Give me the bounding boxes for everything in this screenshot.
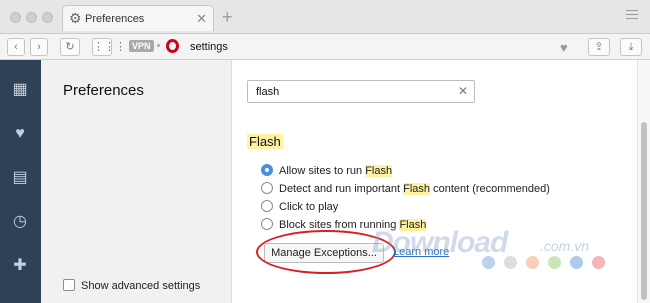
option-text-suffix: content (recommended): [430, 183, 550, 195]
radio-button[interactable]: [261, 164, 273, 176]
url-field[interactable]: settings: [190, 41, 228, 53]
extensions-icon[interactable]: ✚: [10, 256, 30, 276]
watermark-dot: [592, 256, 605, 269]
scrollbar[interactable]: [637, 60, 650, 303]
gear-icon: ⚙: [69, 10, 82, 26]
minimize-window-button[interactable]: [26, 12, 37, 23]
separator-dot: [157, 44, 160, 47]
forward-button[interactable]: ›: [30, 38, 48, 56]
show-advanced-settings-checkbox[interactable]: Show advanced settings: [63, 279, 200, 292]
checkbox-box[interactable]: [63, 279, 75, 291]
radio-click-to-play[interactable]: Click to play: [261, 200, 338, 213]
radio-button[interactable]: [261, 218, 273, 230]
watermark-suffix: .com.vn: [540, 238, 590, 254]
speed-dial-icon[interactable]: ▦: [10, 80, 30, 100]
section-title: Flash: [247, 134, 283, 149]
option-text: Click to play: [279, 201, 339, 213]
watermark-dot: [548, 256, 561, 269]
tab-menu-icon[interactable]: [626, 10, 638, 22]
title-bar: ⚙ Preferences ✕ +: [0, 0, 650, 34]
history-icon[interactable]: ◷: [10, 212, 30, 232]
watermark-dot: [526, 256, 539, 269]
download-button[interactable]: ⤓: [620, 38, 642, 56]
preferences-nav-pane: Preferences Show advanced settings: [41, 60, 232, 303]
highlight-term: Flash: [365, 165, 393, 177]
radio-button[interactable]: [261, 200, 273, 212]
new-tab-button[interactable]: +: [222, 7, 233, 28]
address-bar: ‹ › ↻ ⋮⋮⋮ VPN settings ♥ ⇪ ⤓: [0, 34, 650, 60]
highlight-term: Flash: [403, 183, 431, 195]
tab-preferences[interactable]: ⚙ Preferences ✕: [62, 5, 214, 31]
radio-allow-flash[interactable]: Allow sites to run Flash: [261, 164, 393, 177]
page-title: Preferences: [63, 82, 144, 99]
clear-search-icon[interactable]: ✕: [458, 84, 468, 98]
advanced-label: Show advanced settings: [81, 280, 201, 292]
back-button[interactable]: ‹: [7, 38, 25, 56]
scrollbar-thumb[interactable]: [641, 122, 647, 300]
share-button[interactable]: ⇪: [588, 38, 610, 56]
tab-title: Preferences: [85, 13, 145, 25]
search-box[interactable]: ✕: [247, 80, 475, 103]
bookmark-heart-icon[interactable]: ♥: [560, 40, 568, 55]
watermark-dot: [482, 256, 495, 269]
option-text: Detect and run important: [279, 183, 404, 195]
radio-button[interactable]: [261, 182, 273, 194]
watermark-dot: [504, 256, 517, 269]
opera-logo-icon: [166, 39, 179, 53]
close-window-button[interactable]: [10, 12, 21, 23]
heart-icon[interactable]: ♥: [10, 124, 30, 144]
option-text: Allow sites to run: [279, 165, 366, 177]
sidebar: ▦ ♥ ▤ ◷ ✚: [0, 60, 41, 303]
news-icon[interactable]: ▤: [10, 168, 30, 188]
tab-grid-button[interactable]: ⋮⋮⋮: [92, 38, 126, 56]
vpn-badge[interactable]: VPN: [129, 40, 154, 52]
watermark-dot: [570, 256, 583, 269]
radio-detect-flash[interactable]: Detect and run important Flash content (…: [261, 182, 550, 195]
close-tab-icon[interactable]: ✕: [196, 11, 207, 27]
zoom-window-button[interactable]: [42, 12, 53, 23]
watermark-logo: Download: [372, 226, 508, 259]
search-input[interactable]: [256, 84, 456, 100]
reload-button[interactable]: ↻: [60, 38, 80, 56]
